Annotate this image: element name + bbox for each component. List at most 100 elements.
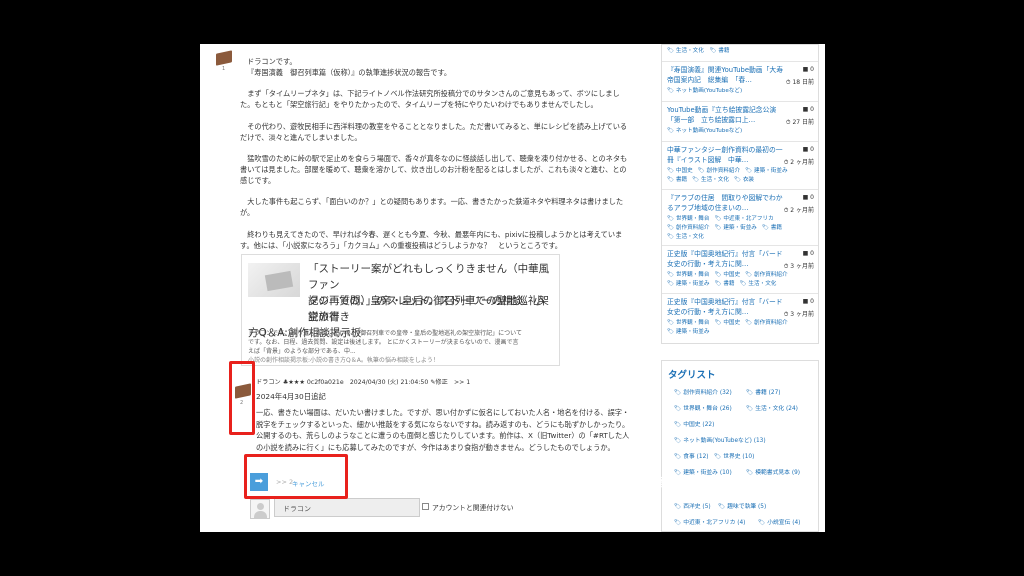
link-card-desc-line: ドラコンです。 繰り返し質問している、「御召列車での皇帝・皇后の聖地巡礼の架空旅… xyxy=(248,330,522,337)
article-tags: 🏷 世界観・舞台 🏷 中近東・北アフリカ 🏷 創作資料紹介 🏷 建築・街並み 🏷 書籍 🏷… xyxy=(667,215,817,242)
post-1-line: その代わり、遊牧民相手に西洋料理の教室をやることとなりました。ただ書いてみると、… xyxy=(240,121,628,131)
tag-link[interactable]: 🏷 創作資料紹介 xyxy=(745,272,787,278)
tag-link[interactable]: 🏷 書籍 xyxy=(762,225,782,231)
tag-link[interactable]: 🏷 生活・文化 xyxy=(692,177,729,183)
post-1-line: まず「タイムリープネタ」は、下記ライトノベル作法研究所投稿分でのサタンさんのご意… xyxy=(240,89,620,99)
comment-count: ■ 0 xyxy=(802,66,814,73)
page-frame: 1 ドラコンです。 『寿国演義 御召列車篇（仮称）』の執筆進捗状況の報告です。 ま… xyxy=(200,44,825,532)
tag-link[interactable]: 🏷 中国史 xyxy=(714,272,740,278)
article-date: ⏱ 2 ヶ月前 xyxy=(783,207,814,214)
comment-count: ■ 0 xyxy=(802,250,814,257)
link-card[interactable]: 「ストーリー案がどれもしっくりきません（中華風ファン タジーでの、皇帝・皇后の御… xyxy=(241,254,560,366)
link-card-footer: 小説の創作相談掲示板:小説の書き方Q＆A。執筆の悩み相談をしよう！ xyxy=(248,357,439,364)
taglist-item[interactable]: 🏷 趣味で執筆 (5) xyxy=(718,501,766,510)
link-card-title-line: 「ストーリー案がどれもしっくりきません（中華風ファン xyxy=(308,263,550,291)
tag-link[interactable]: 🏷 ネット動画(YouTubeなど) xyxy=(667,88,742,94)
taglist-item[interactable]: 🏷 中近東・北アフリカ (4) xyxy=(674,517,745,526)
sidebar-article-title[interactable]: YouTube動画『立ち絵披露記念公演「第一部 立ち絵披露口上… xyxy=(667,105,785,125)
sidebar-article[interactable]: 『寿国演義』関連YouTube動画「大寿帝国案内記 総集編 「春… ■ 0 ⏱ 18… xyxy=(662,61,818,101)
post-1-line: 『寿国演義 御召列車篇（仮称）』の執筆進捗状況の報告です。 xyxy=(247,67,452,77)
post-1-line: 書いては見ました。部屋を暖めて、聴衆を溶かして、炊き出しのお汁粉を配るとはしまし… xyxy=(240,165,627,174)
sidebar-article-title[interactable]: 『寿国演義』関連YouTube動画「大寿帝国案内記 総集編 「春… xyxy=(667,65,785,85)
tag-link[interactable]: 🏷 創作資料紹介 xyxy=(745,320,787,326)
post-1-line: た。もともと「架空旅行記」をやりたかったので、タイムリープを特にやりたいわけでも… xyxy=(240,100,598,110)
tag-link[interactable]: 🏷 書籍 xyxy=(714,281,734,287)
tag-link[interactable]: 🏷 書籍 xyxy=(667,177,687,183)
sidebar-article[interactable]: 正史版『中国奥地紀行』付言「バード女史の行動・考え方に関… ■ 0 ⏱ 3 ヶ月前 🏷… xyxy=(662,293,818,343)
post-1-line: 大した事件も起こらず、「面白いのか？」との疑問もあります。一応、書きたかった鉄道… xyxy=(240,197,624,207)
link-card-thumbnail xyxy=(248,263,300,297)
sidebar-article[interactable]: YouTube動画『立ち絵披露記念公演「第一部 立ち絵披露口上… ■ 0 ⏱ 27 … xyxy=(662,101,818,141)
taglist-item[interactable]: 🏷 世界史 (10) xyxy=(714,451,754,460)
sidebar-article[interactable]: 『アラブの住居 間取りや図解でわかるアラブ地域の住まいの… ■ 0 ⏱ 2 ヶ月前 🏷… xyxy=(662,189,818,245)
annotation-box-comment-number xyxy=(229,361,255,435)
article-date: ⏱ 3 ヶ月前 xyxy=(783,263,814,270)
tag-link[interactable]: 🏷 中国史 xyxy=(667,168,693,174)
unlink-account-label: アカウントと関連付けない xyxy=(432,504,514,512)
tag-link[interactable]: 🏷 生活・文化 xyxy=(740,281,777,287)
sidebar-top-tags: 🏷 生活・文化 🏷 書籍 xyxy=(667,48,730,54)
sidebar-recent-articles: 🏷 生活・文化 🏷 書籍 『寿国演義』関連YouTube動画「大寿帝国案内記 総… xyxy=(661,44,819,344)
tag-link[interactable]: 🏷 生活・文化 xyxy=(667,234,704,240)
sidebar-article-title[interactable]: 正史版『中国奥地紀行』付言「バード女史の行動・考え方に関… xyxy=(667,297,785,317)
sidebar-article[interactable]: 正史版『中国奥地紀行』付言「バード女史の行動・考え方に関… ■ 0 ⏱ 3 ヶ月前 🏷… xyxy=(662,245,818,293)
post-1-line: 感じです。 xyxy=(240,175,276,185)
taglist-item[interactable]: 🏷 西洋史 (5) xyxy=(674,501,711,510)
tag-link[interactable]: 🏷 中近東・北アフリカ xyxy=(714,216,773,222)
sidebar-article-title[interactable]: 正史版『中国奥地紀行』付言「バード女史の行動・考え方に関… xyxy=(667,249,785,269)
taglist-item[interactable]: 🏷 小説宣伝 (4) xyxy=(758,517,800,526)
user-avatar-icon xyxy=(250,499,270,519)
tag-link[interactable]: 🏷 建築・街並み xyxy=(667,329,709,335)
sidebar-article-title[interactable]: 『アラブの住居 間取りや図解でわかるアラブ地域の住まいの… xyxy=(667,193,785,213)
sidebar-article[interactable]: 中華ファンタジー創作資料の最初の一冊『イラスト図解 中華… ■ 0 ⏱ 2 ヶ月前 🏷… xyxy=(662,141,818,189)
taglist-item[interactable]: 🏷 生活・文化 (24) xyxy=(746,403,798,412)
tag-link[interactable]: 🏷 建築・街並み xyxy=(667,281,709,287)
name-input[interactable]: ドラコン xyxy=(274,498,420,517)
sidebar-article-title[interactable]: 中華ファンタジー創作資料の最初の一冊『イラスト図解 中華… xyxy=(667,145,785,165)
post-1-line: 終わりも見えてきたので、早ければ今春、遅くとも今夏、今秋、最悪年内にも、pixi… xyxy=(240,229,623,239)
annotation-caption: ◀ 宛先の番号を確認！ （上の十字ボタンクリックで、2番のコメント宛て） xyxy=(359,475,761,489)
tag-link[interactable]: 🏷 世界観・舞台 xyxy=(667,320,709,326)
tag-link[interactable]: 🏷 ネット動画(YouTubeなど) xyxy=(667,128,742,134)
taglist-item[interactable]: 🏷 創作資料紹介 (32) xyxy=(674,387,732,396)
tag-link[interactable]: 🏷 世界観・舞台 xyxy=(667,272,709,278)
tag-link[interactable]: 🏷 建築・街並み xyxy=(745,168,787,174)
taglist-item[interactable]: 🏷 ネット動画(YouTubeなど) (13) xyxy=(674,435,766,444)
tag-link[interactable]: 🏷 衣装 xyxy=(734,177,754,183)
article-tags: 🏷 世界観・舞台 🏷 中国史 🏷 創作資料紹介 🏷 建築・街並み 🏷 書籍 🏷 生活・文化 xyxy=(667,271,817,289)
unlink-account-checkbox[interactable] xyxy=(422,503,429,510)
comment-count: ■ 0 xyxy=(802,106,814,113)
post-1-avatar xyxy=(216,50,232,66)
tag-link[interactable]: 🏷 世界観・舞台 xyxy=(667,216,709,222)
post-1-line: す。他には、「小説家になろう」「カクヨム」への重複投稿はどうしようかな？ という… xyxy=(240,240,562,250)
link-card-title-line: 記の再質問）」のスレッド。ストーリーの相談。小説の書き xyxy=(308,295,545,323)
tag-link[interactable]: 🏷 創作資料紹介 xyxy=(698,168,740,174)
article-date: ⏱ 18 日前 xyxy=(785,79,814,86)
post-1-line: だけで、淡々と進んでしまいました。 xyxy=(240,132,362,142)
article-date: ⏱ 3 ヶ月前 xyxy=(783,311,814,318)
article-tags: 🏷 ネット動画(YouTubeなど) xyxy=(667,127,817,136)
comment-count: ■ 0 xyxy=(802,298,814,305)
taglist-item[interactable]: 🏷 中国史 (22) xyxy=(674,419,714,428)
article-date: ⏱ 2 ヶ月前 xyxy=(783,159,814,166)
comment-count: ■ 0 xyxy=(802,194,814,201)
sidebar-taglist: タグリスト 🏷 創作資料紹介 (32) 🏷 書籍 (27) 🏷 世界観・舞台 (26… xyxy=(661,360,819,532)
taglist-item[interactable]: 🏷 書籍 (27) xyxy=(746,387,781,396)
article-tags: 🏷 世界観・舞台 🏷 中国史 🏷 創作資料紹介 🏷 建築・街並み xyxy=(667,319,817,337)
comment-2-line: の小説を読みに行く」にも応募してみたのですが、今作はあまり食指が動きません。どう… xyxy=(256,442,615,452)
comment-2-line: 脱字をチェックするといった、細かい推敲をする気にならないですね。読み返すのも、ど… xyxy=(256,419,630,429)
comment-2-date: 2024年4月30日追記 xyxy=(256,392,326,401)
tag-link[interactable]: 🏷 創作資料紹介 xyxy=(667,225,709,231)
post-1-number: 1 xyxy=(222,66,226,72)
article-date: ⏱ 27 日前 xyxy=(785,119,814,126)
article-tags: 🏷 ネット動画(YouTubeなど) xyxy=(667,87,817,96)
comment-2-line: 一応、書きたい場面は、だいたい書けました。ですが、思い付かずに仮名にしておいた人… xyxy=(256,408,630,417)
taglist-heading: タグリスト xyxy=(668,370,716,381)
comment-2-header: ドラコン ♣★★★ 0c2f0a021e 2024/04/30 (火) 21:0… xyxy=(256,379,471,386)
post-1-line: ドラコンです。 xyxy=(247,57,297,66)
tag-link[interactable]: 🏷 中国史 xyxy=(714,320,740,326)
taglist-item[interactable]: 🏷 世界観・舞台 (26) xyxy=(674,403,732,412)
tag-link[interactable]: 🏷 建築・街並み xyxy=(714,225,756,231)
taglist-item[interactable]: 🏷 食事 (12) xyxy=(674,451,709,460)
post-1-line: が。 xyxy=(240,208,255,218)
